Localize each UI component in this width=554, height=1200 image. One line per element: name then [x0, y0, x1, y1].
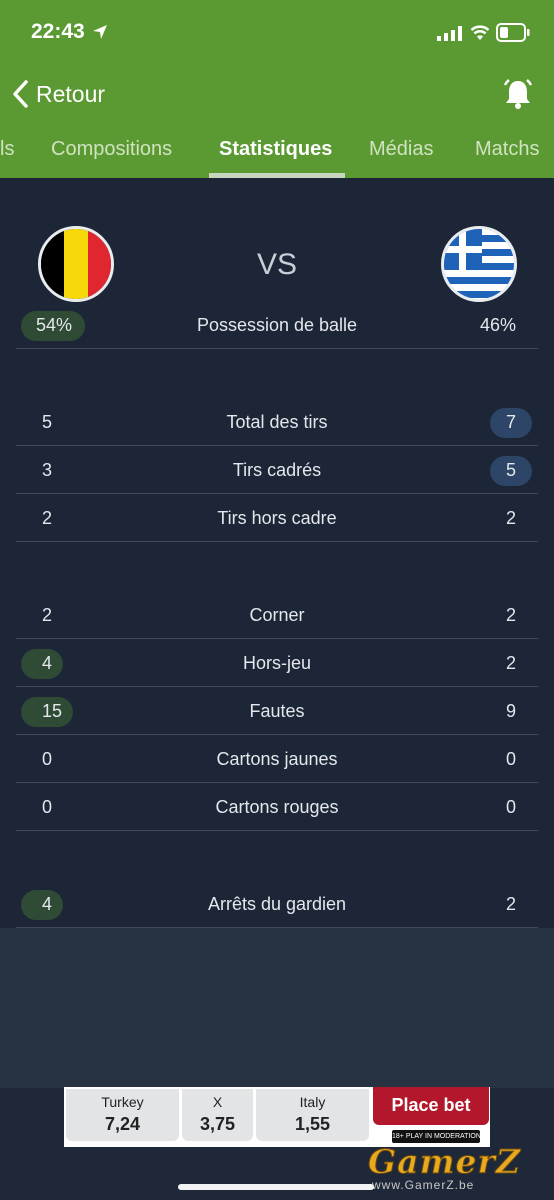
odds-value: 3,75: [199, 1114, 236, 1134]
stat-label: Hors-jeu: [242, 653, 312, 673]
stat-row-possession: Possession de balle 54% 46%: [16, 301, 538, 349]
stat-row-total-shots: Total des tirs 5 7: [16, 398, 538, 446]
signal-icon: [437, 26, 462, 41]
battery-icon: [496, 23, 530, 42]
odds-value: 7,24: [104, 1114, 141, 1134]
home-value: 15: [42, 701, 63, 721]
away-value: 0: [505, 797, 516, 817]
stat-row-shots-on-target: Tirs cadrés 3 5: [16, 446, 538, 494]
tab-details[interactable]: ls: [0, 138, 14, 161]
odds-team: Italy: [299, 1094, 326, 1110]
home-value: 4: [42, 894, 53, 914]
stat-label: Total des tirs: [226, 412, 328, 432]
chevron-left-icon: [13, 80, 28, 108]
odds-cell-turkey[interactable]: Turkey 7,24: [66, 1089, 179, 1141]
odds-team: Turkey: [101, 1094, 144, 1110]
away-value: 46%: [479, 315, 516, 335]
away-value: 9: [505, 701, 516, 721]
stat-row-corners: Corner 2 2: [16, 591, 538, 639]
place-bet-button[interactable]: Place bet: [373, 1087, 489, 1125]
tab-compositions[interactable]: Compositions: [51, 138, 172, 161]
stat-label: Fautes: [249, 701, 305, 721]
stat-label: Tirs cadrés: [232, 460, 322, 480]
stat-label: Cartons rouges: [215, 797, 339, 817]
tab-statistiques[interactable]: Statistiques: [219, 138, 332, 161]
away-value: 2: [505, 605, 516, 625]
watermark-logo: GamerZ: [368, 1142, 521, 1182]
away-value: 7: [505, 412, 516, 432]
home-value: 5: [42, 412, 53, 432]
home-value: 4: [42, 653, 53, 673]
stat-label: Cartons jaunes: [216, 749, 338, 769]
tab-medias[interactable]: Médias: [369, 138, 433, 161]
home-value: 2: [42, 605, 53, 625]
odds-value: 1,55: [294, 1114, 331, 1134]
away-value: 2: [505, 894, 516, 914]
back-button[interactable]: Retour: [10, 76, 105, 112]
home-value: 2: [42, 508, 53, 528]
home-value: 0: [42, 797, 53, 817]
odds-cell-italy[interactable]: Italy 1,55: [256, 1089, 369, 1141]
away-value: 5: [505, 460, 516, 480]
stat-label: Possession de balle: [196, 315, 358, 335]
stat-row-offsides: Hors-jeu 4 2: [16, 639, 538, 687]
location-arrow-icon: [93, 25, 107, 39]
stat-row-red-cards: Cartons rouges 0 0: [16, 783, 538, 831]
bell-icon[interactable]: [500, 76, 536, 112]
away-value: 2: [505, 508, 516, 528]
empty-area: [0, 928, 554, 1088]
back-label: Retour: [36, 80, 106, 107]
odds-cell-draw[interactable]: X 3,75: [182, 1089, 253, 1141]
home-indicator[interactable]: [178, 1184, 374, 1190]
stat-label: Tirs hors cadre: [217, 508, 337, 528]
watermark-url: www.GamerZ.be: [372, 1178, 475, 1192]
status-time: 22:43: [31, 20, 85, 43]
tab-matchs[interactable]: Matchs: [475, 138, 539, 161]
stat-row-fouls: Fautes 15 9: [16, 687, 538, 735]
tab-bar: ls Compositions Statistiques Médias Matc…: [0, 128, 554, 178]
stat-row-yellow-cards: Cartons jaunes 0 0: [16, 735, 538, 783]
wifi-icon: [470, 25, 490, 40]
app-header: 22:43 Retour ls Compositions Statistique…: [0, 0, 554, 178]
stat-label: Arrêts du gardien: [207, 894, 347, 914]
stat-row-shots-off-target: Tirs hors cadre 2 2: [16, 494, 538, 542]
bet-banner-ad[interactable]: Turkey 7,24 X 3,75 Italy 1,55 Place bet …: [64, 1087, 490, 1147]
status-bar: 22:43: [0, 0, 554, 64]
stat-row-goalkeeper-saves: Arrêts du gardien 4 2: [16, 880, 538, 928]
vs-label: VS: [256, 248, 298, 281]
home-value: 3: [42, 460, 53, 480]
stat-label: Corner: [249, 605, 305, 625]
away-value: 2: [505, 653, 516, 673]
home-value: 54%: [36, 315, 73, 335]
odds-team: X: [212, 1094, 223, 1110]
home-value: 0: [42, 749, 53, 769]
away-value: 0: [505, 749, 516, 769]
